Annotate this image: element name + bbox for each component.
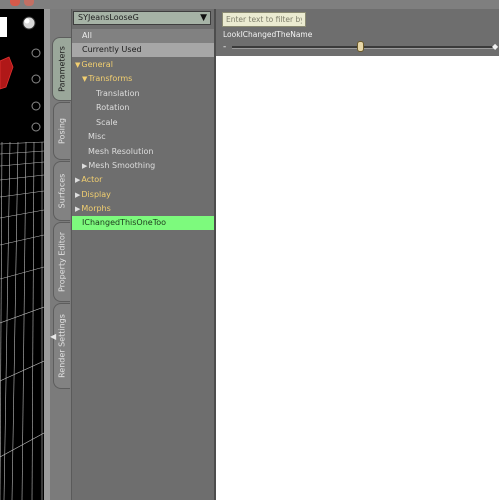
tab-label: Posing — [57, 118, 67, 144]
tree-item-label: Misc — [88, 132, 106, 141]
tab-parameters[interactable]: Parameters — [52, 37, 71, 101]
expand-triangle-icon[interactable]: ▼ — [82, 75, 87, 83]
pan-icon[interactable] — [31, 74, 41, 84]
tree-item-label: Scale — [96, 118, 118, 127]
expand-triangle-icon[interactable]: ▶ — [75, 191, 80, 199]
tree-item-transforms[interactable]: ▼Transforms — [72, 72, 214, 86]
figure-select-value: SYJeansLooseG — [78, 13, 139, 22]
orbit-icon[interactable] — [31, 48, 41, 58]
tab-render-settings[interactable]: Render Settings — [53, 303, 70, 389]
tab-label: Parameters — [57, 46, 67, 92]
tree-item-label: Mesh Smoothing — [88, 161, 156, 170]
figure-select-dropdown[interactable]: SYJeansLooseG ▼ — [73, 11, 211, 25]
tree-item-all[interactable]: All — [72, 29, 214, 43]
ground-grid — [0, 141, 44, 500]
viewport-toolbar-button[interactable] — [0, 17, 7, 37]
tree-item-misc[interactable]: Misc — [72, 130, 214, 144]
tree-item-selected[interactable]: IChangedThisOneToo — [72, 216, 214, 230]
tab-label: Surfaces — [57, 173, 67, 209]
tree-item-display[interactable]: ▶Display — [72, 188, 214, 202]
tree-item-morphs[interactable]: ▶Morphs — [72, 202, 214, 216]
expand-triangle-icon[interactable]: ▶ — [75, 176, 80, 184]
parameter-list-panel — [216, 9, 499, 500]
tree-item-rotation[interactable]: Rotation — [72, 101, 214, 115]
tree-item-label: IChangedThisOneToo — [82, 218, 167, 227]
tree-item-actor[interactable]: ▶Actor — [72, 173, 214, 187]
tab-posing[interactable]: Posing — [53, 102, 70, 160]
expand-triangle-icon[interactable]: ▼ — [75, 61, 80, 69]
tree-item-label: Morphs — [81, 204, 111, 213]
expand-triangle-icon[interactable]: ▶ — [82, 162, 87, 170]
slider-decrement-button[interactable]: - — [223, 43, 226, 52]
tree-item-label: All — [82, 31, 92, 40]
tree-item-label: Mesh Resolution — [88, 147, 154, 156]
tree-item-general[interactable]: ▼General — [72, 58, 214, 72]
slider-increment-icon[interactable]: ◆ — [492, 42, 498, 51]
viewport-3d[interactable] — [0, 9, 44, 500]
filter-input[interactable] — [222, 12, 306, 27]
tab-label: Property Editor — [57, 231, 67, 293]
window-control-icon[interactable] — [10, 0, 20, 6]
tab-property-editor[interactable]: Property Editor — [53, 222, 70, 302]
window-control-icon[interactable] — [24, 0, 34, 6]
parameter-slider-knob[interactable] — [356, 41, 364, 52]
parameter-label: LookIChangedTheName — [223, 30, 313, 39]
chevron-down-icon: ▼ — [200, 13, 207, 23]
tree-item-translation[interactable]: Translation — [72, 87, 214, 101]
tree-item-label: Actor — [81, 175, 103, 184]
expand-triangle-icon[interactable]: ▶ — [75, 205, 80, 213]
tree-item-label: General — [81, 60, 113, 69]
tree-item-mesh-resolution[interactable]: Mesh Resolution — [72, 145, 214, 159]
view-cube-icon[interactable] — [0, 56, 14, 90]
tree-item-scale[interactable]: Scale — [72, 116, 214, 130]
pane-tab-column: Parameters Posing Surfaces Property Edit… — [50, 9, 72, 500]
tree-item-label: Rotation — [96, 103, 130, 112]
tree-item-currently-used[interactable]: Currently Used — [72, 43, 214, 57]
zoom-icon[interactable] — [31, 101, 41, 111]
tab-surfaces[interactable]: Surfaces — [53, 161, 70, 221]
tab-label: Render Settings — [57, 314, 67, 378]
tree-item-label: Translation — [96, 89, 140, 98]
frame-icon[interactable] — [31, 122, 41, 132]
tree-item-label: Transforms — [88, 74, 133, 83]
tree-item-mesh-smoothing[interactable]: ▶Mesh Smoothing — [72, 159, 214, 173]
collapse-arrow-icon[interactable]: ◀ — [50, 330, 56, 344]
tree-item-label: Display — [81, 190, 111, 199]
tree-item-label: Currently Used — [82, 45, 142, 54]
